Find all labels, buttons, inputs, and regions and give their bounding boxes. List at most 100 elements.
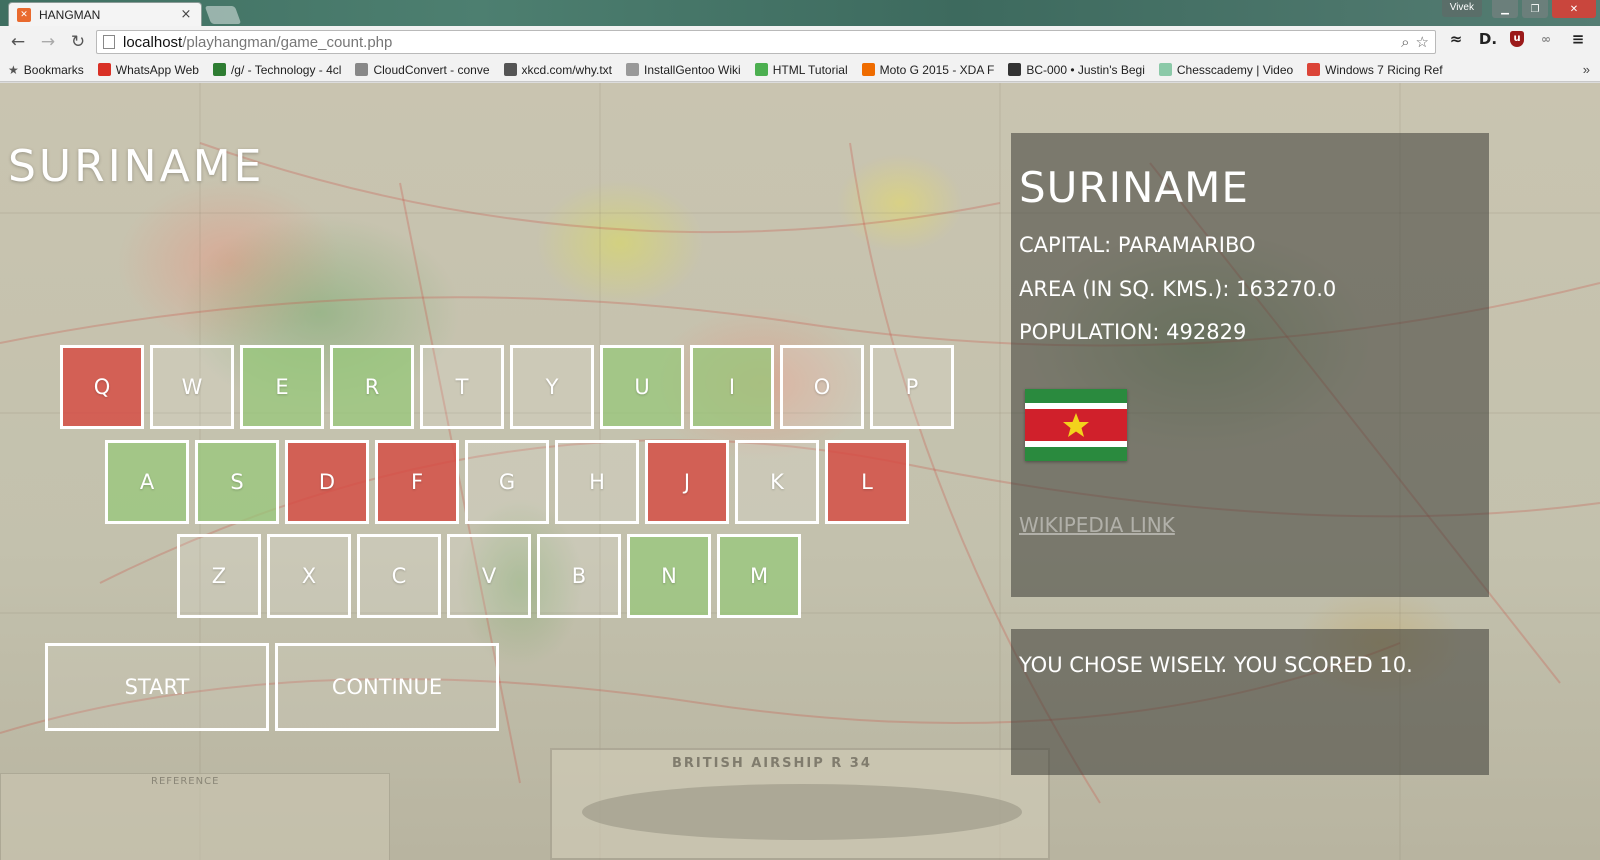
browser-toolbar: ← → ↻ localhost/playhangman/game_count.p… (0, 26, 1600, 58)
bookmark-item[interactable]: InstallGentoo Wiki (626, 63, 741, 77)
zeppelin-image (582, 784, 1022, 840)
country-name: SURINAME (1019, 163, 1249, 212)
key-w[interactable]: W (150, 345, 234, 429)
bookmark-label: Windows 7 Ricing Ref (1325, 62, 1443, 77)
bookmarks-button[interactable]: ★ Bookmarks (8, 63, 84, 77)
area-text: AREA (IN SQ. KMS.): 163270.0 (1019, 277, 1337, 301)
key-e[interactable]: E (240, 345, 324, 429)
key-z[interactable]: Z (177, 534, 261, 618)
extension-glasses-icon[interactable]: ∞ (1536, 32, 1556, 46)
key-n[interactable]: N (627, 534, 711, 618)
key-h[interactable]: H (555, 440, 639, 524)
key-s[interactable]: S (195, 440, 279, 524)
cloud-icon (355, 63, 369, 76)
key-c[interactable]: C (357, 534, 441, 618)
ublock-shield-icon[interactable]: u (1510, 31, 1524, 47)
key-b[interactable]: B (537, 534, 621, 618)
xampp-icon: ✕ (17, 7, 31, 22)
bookmark-item[interactable]: BC-000 • Justin's Begi (1008, 63, 1145, 77)
maximize-button[interactable]: ❐ (1522, 0, 1548, 18)
key-p[interactable]: P (870, 345, 954, 429)
star-icon: ★ (8, 62, 19, 77)
legend-caption: REFERENCE (151, 776, 220, 787)
start-button[interactable]: START (45, 643, 269, 731)
extensions: ≈ D. u ∞ ≡ (1446, 30, 1588, 48)
back-button[interactable]: ← (6, 30, 30, 54)
page-icon (103, 35, 115, 49)
clover-icon (212, 63, 226, 76)
bookmark-item[interactable]: Windows 7 Ricing Ref (1307, 62, 1443, 77)
key-a[interactable]: A (105, 440, 189, 524)
reload-button[interactable]: ↻ (66, 30, 90, 54)
key-y[interactable]: Y (510, 345, 594, 429)
key-v[interactable]: V (447, 534, 531, 618)
word-display: SURINAME (8, 141, 265, 192)
key-i[interactable]: I (690, 345, 774, 429)
wikipedia-link[interactable]: WIKIPEDIA LINK (1019, 513, 1175, 537)
bookmark-label: xkcd.com/why.txt (521, 62, 612, 77)
forward-button[interactable]: → (36, 30, 60, 54)
minimize-button[interactable]: ▁ (1492, 0, 1518, 18)
bookmark-label: BC-000 • Justin's Begi (1026, 62, 1145, 77)
url-path: /playhangman/game_count.php (182, 33, 393, 51)
bookmark-item[interactable]: WhatsApp Web (97, 62, 199, 77)
bookmark-label: InstallGentoo Wiki (644, 62, 741, 77)
continue-button[interactable]: CONTINUE (275, 643, 499, 731)
key-f[interactable]: F (375, 440, 459, 524)
key-k[interactable]: K (735, 440, 819, 524)
bookmarks-bar: ★ Bookmarks WhatsApp Web/g/ - Technology… (0, 58, 1600, 82)
xda-icon (861, 63, 875, 76)
bookmark-label: Chesscademy | Video (1176, 62, 1294, 77)
suriname-flag-image (1025, 389, 1127, 461)
xkcd-icon (503, 63, 517, 76)
bookmark-label: Moto G 2015 - XDA F (879, 62, 995, 77)
key-x[interactable]: X (267, 534, 351, 618)
bookmark-item[interactable]: CloudConvert - conve (355, 62, 490, 77)
close-tab-icon[interactable]: × (179, 7, 193, 22)
menu-icon[interactable]: ≡ (1568, 30, 1588, 48)
profile-button[interactable]: Vivek (1441, 0, 1482, 17)
result-panel: YOU CHOSE WISELY. YOU SCORED 10. (1011, 629, 1489, 775)
tab-title: HANGMAN (39, 7, 101, 22)
key-u[interactable]: U (600, 345, 684, 429)
bookmark-label: CloudConvert - conve (373, 62, 490, 77)
airship-caption: BRITISH AIRSHIP R 34 (672, 756, 872, 771)
chess-icon (1158, 63, 1172, 76)
bookmark-item[interactable]: HTML Tutorial (754, 62, 848, 77)
bookmark-label: HTML Tutorial (772, 62, 848, 77)
result-message: YOU CHOSE WISELY. YOU SCORED 10. (1019, 653, 1413, 677)
close-window-button[interactable]: ✕ (1552, 0, 1596, 18)
key-q[interactable]: Q (60, 345, 144, 429)
warning-icon (97, 63, 111, 76)
chrome-icon (1307, 63, 1321, 76)
extension-d-icon[interactable]: D. (1478, 30, 1498, 48)
population-text: POPULATION: 492829 (1019, 320, 1247, 344)
key-g[interactable]: G (465, 440, 549, 524)
key-m[interactable]: M (717, 534, 801, 618)
more-bookmarks-icon[interactable]: » (1583, 62, 1590, 77)
bookmark-item[interactable]: xkcd.com/why.txt (503, 62, 612, 77)
capital-text: CAPITAL: PARAMARIBO (1019, 233, 1256, 257)
zoom-icon[interactable]: ⌕ (1401, 33, 1409, 51)
key-r[interactable]: R (330, 345, 414, 429)
bookmark-label: WhatsApp Web (115, 62, 199, 77)
bookmark-star-icon[interactable]: ☆ (1416, 33, 1429, 51)
key-o[interactable]: O (780, 345, 864, 429)
address-bar[interactable]: localhost/playhangman/game_count.php ⌕ ☆ (96, 30, 1436, 54)
airship-illustration: BRITISH AIRSHIP R 34 (550, 748, 1050, 860)
key-d[interactable]: D (285, 440, 369, 524)
new-tab-button[interactable] (204, 6, 242, 24)
bookmark-label: /g/ - Technology - 4cl (230, 62, 342, 77)
key-j[interactable]: J (645, 440, 729, 524)
extension-wave-icon[interactable]: ≈ (1446, 30, 1466, 48)
bookmark-item[interactable]: /g/ - Technology - 4cl (212, 62, 342, 77)
game-page: REFERENCE BRITISH AIRSHIP R 34 SURINAME … (0, 83, 1600, 860)
browser-tab[interactable]: ✕ HANGMAN × (8, 2, 202, 26)
url-host: localhost (123, 33, 183, 51)
bookmark-item[interactable]: Moto G 2015 - XDA F (861, 62, 995, 77)
bookmark-item[interactable]: Chesscademy | Video (1158, 62, 1294, 77)
key-t[interactable]: T (420, 345, 504, 429)
tab-strip: ✕ HANGMAN × Vivek ▁ ❐ ✕ (0, 0, 1600, 26)
window-controls: Vivek ▁ ❐ ✕ (1441, 0, 1596, 18)
key-l[interactable]: L (825, 440, 909, 524)
